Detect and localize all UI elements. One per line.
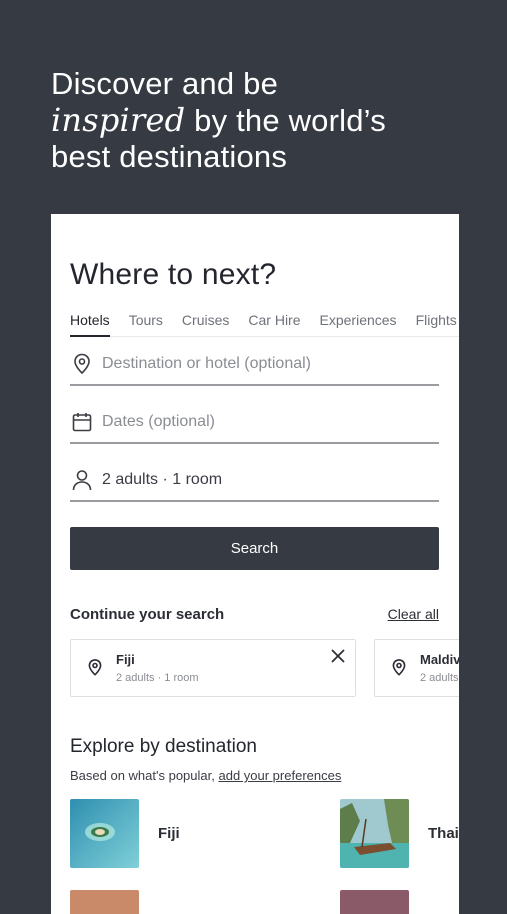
hero-line-2: inspired by the world’s <box>51 102 471 139</box>
location-pin-icon <box>70 352 94 376</box>
tab-cruises[interactable]: Cruises <box>182 310 229 336</box>
recent-search-details: 2 adults <box>420 672 459 684</box>
tab-hotels[interactable]: Hotels <box>70 310 110 337</box>
explore-heading: Explore by destination <box>70 736 257 757</box>
close-icon[interactable] <box>331 649 345 668</box>
dates-placeholder: Dates (optional) <box>102 413 215 430</box>
recent-search-card[interactable]: Maldiv 2 adults <box>374 639 459 697</box>
category-tabs: Hotels Tours Cruises Car Hire Experience… <box>70 310 459 337</box>
explore-subtitle-text: Based on what's popular, <box>70 768 219 783</box>
recent-search-details: 2 adults · 1 room <box>116 672 199 684</box>
dates-field[interactable]: Dates (optional) <box>70 402 439 444</box>
search-button[interactable]: Search <box>70 527 439 570</box>
guests-value: 2 adults · 1 room <box>102 471 223 488</box>
search-title: Where to next? <box>70 258 277 291</box>
destination-name: Thai <box>428 825 459 842</box>
guests-field[interactable]: 2 adults · 1 room <box>70 460 439 502</box>
tab-flights[interactable]: Flights <box>416 310 457 336</box>
destination-thumbnail <box>340 799 409 868</box>
tab-tours[interactable]: Tours <box>129 310 163 336</box>
recent-search-card[interactable]: Fiji 2 adults · 1 room <box>70 639 356 697</box>
hero-heading: Discover and be inspired by the world’s … <box>51 66 471 175</box>
destination-item[interactable]: Fiji <box>70 799 180 868</box>
recent-search-name: Maldiv <box>420 652 459 667</box>
clear-all-link[interactable]: Clear all <box>388 606 439 622</box>
destination-name: Fiji <box>158 825 180 842</box>
destination-thumbnail-peek <box>70 890 139 914</box>
destination-thumbnail <box>70 799 139 868</box>
hero-line-2-rest: by the world’s <box>185 103 386 138</box>
person-icon <box>70 468 94 492</box>
destination-thumbnail-peek <box>340 890 409 914</box>
hero-line-3: best destinations <box>51 139 288 174</box>
recent-search-name: Fiji <box>116 652 135 667</box>
tab-experiences[interactable]: Experiences <box>320 310 397 336</box>
destination-field[interactable]: Destination or hotel (optional) <box>70 344 439 386</box>
location-pin-icon <box>391 658 407 682</box>
hero-line-1: Discover and be <box>51 66 279 101</box>
destination-placeholder: Destination or hotel (optional) <box>102 355 312 372</box>
location-pin-icon <box>87 658 103 682</box>
tab-car-hire[interactable]: Car Hire <box>248 310 300 336</box>
add-preferences-link[interactable]: add your preferences <box>218 768 341 783</box>
calendar-icon <box>70 410 94 434</box>
explore-subtitle: Based on what's popular, add your prefer… <box>70 768 341 783</box>
search-card: Where to next? Hotels Tours Cruises Car … <box>51 214 459 914</box>
continue-search-heading: Continue your search <box>70 606 225 623</box>
destination-item[interactable]: Thai <box>340 799 459 868</box>
hero-italic-word: inspired <box>51 101 186 139</box>
